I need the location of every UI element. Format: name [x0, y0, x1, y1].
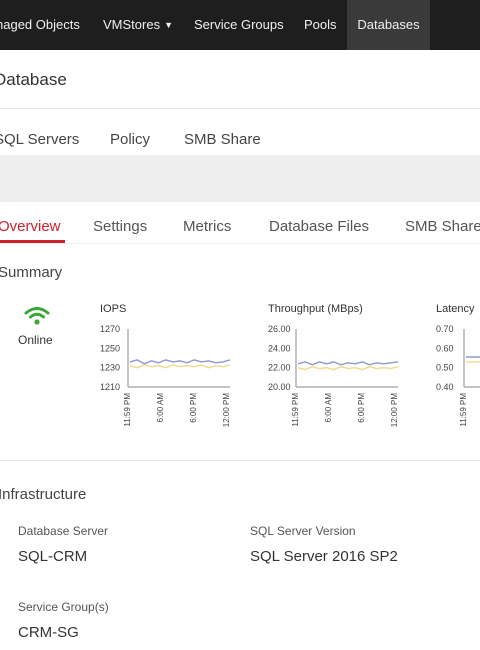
nav-item-label: VMStores: [103, 17, 161, 32]
y-tick-label: 0.40: [436, 382, 454, 392]
chart-svg: 26.00 24.00 22.00 20.0011:59 PM 6:00 AM 6:00 …: [268, 324, 399, 428]
sql-version-label: SQL Server Version: [250, 524, 356, 538]
y-tick-label: 20.00: [268, 382, 291, 392]
y-tick-label: 1230: [100, 363, 120, 373]
chart-throughput: Throughput (MBps) 26.00 24.00 22.00 20.00 11…: [268, 303, 438, 443]
x-tick-label: 6:00 AM: [156, 393, 165, 423]
x-tick-label: 12:00 PM: [222, 393, 231, 428]
nav-item-label: Service Groups: [194, 17, 284, 32]
chart-iops: IOPS 1270 1250 1230 1210 11:59 PM 6:00 AM 6:00…: [100, 303, 270, 443]
toolbar-bar: [0, 155, 480, 202]
y-tick-label: 24.00: [268, 343, 291, 353]
top-nav: naged Objects VMStores ▼ Service Groups P…: [0, 0, 480, 50]
subtab-policy[interactable]: Policy: [110, 131, 150, 148]
series-line: [297, 365, 399, 371]
chart-svg: 0.70 0.60 0.50 0.40 11:59 PM: [436, 324, 480, 427]
y-tick-label: 0.70: [436, 324, 454, 334]
x-tick-label: 6:00 AM: [324, 393, 333, 423]
y-tick-label: 1210: [100, 382, 120, 392]
nav-item-service-groups[interactable]: Service Groups: [194, 0, 284, 50]
database-server-label: Database Server: [18, 524, 109, 538]
nav-item-pools[interactable]: Pools: [304, 0, 337, 50]
wifi-icon: [24, 307, 50, 325]
nav-item-databases[interactable]: Databases: [347, 0, 430, 50]
infrastructure-title: Infrastructure: [0, 486, 87, 503]
y-tick-label: 0.50: [436, 363, 454, 373]
nav-item-vmstores[interactable]: VMStores ▼: [103, 0, 173, 50]
y-tick-label: 0.60: [436, 343, 454, 353]
tab-metrics[interactable]: Metrics: [183, 218, 231, 235]
divider: [0, 243, 480, 244]
y-tick-label: 1270: [100, 324, 120, 334]
series-line: [129, 359, 231, 365]
x-tick-label: 11:59 PM: [291, 393, 300, 427]
status-label: Online: [18, 333, 53, 347]
y-tick-label: 1250: [100, 343, 120, 353]
service-group-label: Service Group(s): [18, 600, 109, 614]
divider: [0, 460, 480, 461]
y-tick-label: 26.00: [268, 324, 291, 334]
caret-down-icon: ▼: [164, 20, 173, 30]
y-tick-label: 22.00: [268, 363, 291, 373]
page-title: Database: [0, 70, 67, 89]
summary-title: Summary: [0, 264, 63, 281]
sql-version-value: SQL Server 2016 SP2: [250, 548, 398, 565]
x-tick-label: 12:00 PM: [390, 393, 399, 428]
chart-latency: Latency 0.70 0.60 0.50 0.40 11:59 PM: [436, 303, 480, 443]
nav-item-label: Pools: [304, 17, 337, 32]
chart-svg: 1270 1250 1230 121011:59 PM 6:00 AM 6:00 PM 12…: [100, 324, 231, 428]
x-tick-label: 6:00 PM: [357, 393, 366, 423]
series-line: [297, 361, 399, 366]
tab-database-files[interactable]: Database Files: [269, 218, 369, 235]
nav-item-managed-objects[interactable]: naged Objects: [0, 0, 80, 50]
x-tick-label: 11:59 PM: [123, 393, 132, 427]
nav-item-label: naged Objects: [0, 17, 80, 32]
tab-overview[interactable]: Overview: [0, 218, 61, 235]
subtab-sql-servers[interactable]: SQL Servers: [0, 131, 79, 148]
x-tick-label: 11:59 PM: [459, 393, 468, 427]
database-server-value: SQL-CRM: [18, 548, 88, 565]
x-tick-label: 6:00 PM: [189, 393, 198, 423]
subtab-smb-share[interactable]: SMB Share: [184, 131, 261, 148]
nav-item-label: Databases: [357, 17, 420, 32]
tab-settings[interactable]: Settings: [93, 218, 147, 235]
tab-smb-share[interactable]: SMB Share: [405, 218, 480, 235]
series-line: [129, 364, 231, 369]
divider: [0, 108, 480, 109]
service-group-value: CRM-SG: [18, 624, 79, 641]
